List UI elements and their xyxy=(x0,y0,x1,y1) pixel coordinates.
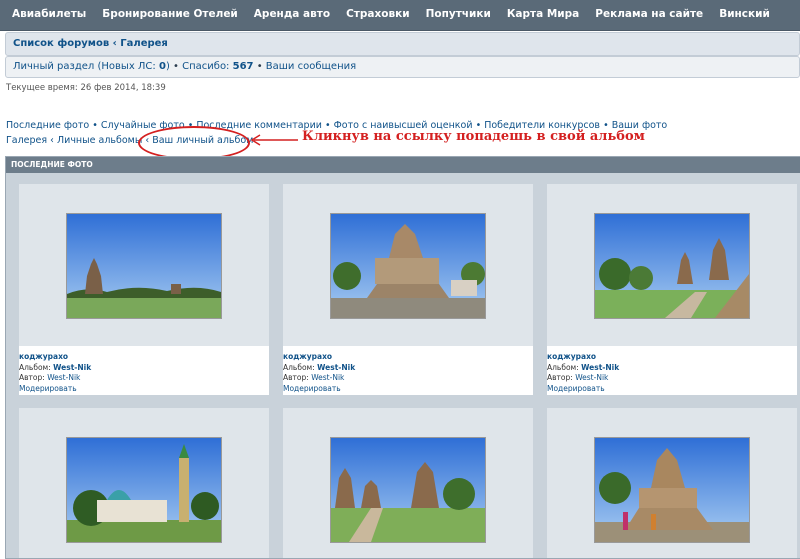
author-label: Автор: xyxy=(547,373,573,382)
gallery-crumb[interactable]: Галерея xyxy=(6,135,47,146)
author-link[interactable]: West-Nik xyxy=(575,373,608,382)
photo-title-link[interactable]: коджурахо xyxy=(19,352,68,361)
latest-photos-link[interactable]: Последние фото xyxy=(6,120,89,131)
nav-item-flights[interactable]: Авиабилеты xyxy=(12,8,86,20)
nav-item-insurance[interactable]: Страховки xyxy=(346,8,410,20)
annotation-text: Кликнув на ссылку попадешь в свой альбом xyxy=(302,129,645,144)
panel-header: ПОСЛЕДНИЕ ФОТО xyxy=(6,157,800,173)
bullet-separator: • xyxy=(92,120,98,131)
thanks-link[interactable]: Спасибо: 567 xyxy=(182,61,253,72)
photo-card: коджурахо Альбом: West-Nik Автор: West-N… xyxy=(19,184,269,395)
new-pm-prefix: (Новых ЛС: xyxy=(97,61,159,72)
new-pm-link[interactable]: (Новых ЛС: 0) xyxy=(97,61,169,72)
bullet-separator: • xyxy=(187,120,194,131)
author-link[interactable]: West-Nik xyxy=(47,373,80,382)
album-link[interactable]: West-Nik xyxy=(53,363,91,372)
random-photos-link[interactable]: Случайные фото xyxy=(101,120,185,131)
photo-thumbnail[interactable] xyxy=(594,437,750,543)
breadcrumb-separator: ‹ xyxy=(50,135,54,146)
photo-meta: коджурахо Альбом: West-Nik Автор: West-N… xyxy=(547,352,619,394)
photo-thumbnail[interactable] xyxy=(66,213,222,319)
photo-thumbnail[interactable] xyxy=(330,437,486,543)
temple-photo-icon xyxy=(67,214,221,318)
breadcrumb-gallery[interactable]: Галерея xyxy=(120,38,168,49)
nav-item-vinsky[interactable]: Винский xyxy=(719,8,770,20)
panel-title: ПОСЛЕДНИЕ ФОТО xyxy=(11,160,93,169)
photo-card xyxy=(283,408,533,558)
photo-title-link[interactable]: коджурахо xyxy=(547,352,596,361)
album-link[interactable]: West-Nik xyxy=(317,363,355,372)
bullet-separator: • xyxy=(173,61,179,72)
album-link[interactable]: West-Nik xyxy=(581,363,619,372)
moderate-link[interactable]: Модерировать xyxy=(547,384,605,393)
bullet-separator: • xyxy=(256,61,263,72)
nav-item-world-map[interactable]: Карта Мира xyxy=(507,8,579,20)
new-pm-suffix: ) xyxy=(165,61,170,72)
breadcrumb-separator: ‹ xyxy=(145,135,150,146)
thanks-label: Спасибо: xyxy=(182,61,230,72)
moderate-link[interactable]: Модерировать xyxy=(19,384,77,393)
mosque-photo-icon xyxy=(67,438,221,542)
photo-thumbnail[interactable] xyxy=(594,213,750,319)
photo-card xyxy=(547,408,797,558)
breadcrumb-separator: ‹ xyxy=(112,38,117,49)
latest-photos-panel: ПОСЛЕДНИЕ ФОТО коджурахо Альбом: West-Ni… xyxy=(5,156,800,559)
thanks-count: 567 xyxy=(232,61,254,72)
album-label: Альбом: xyxy=(283,362,315,372)
album-label: Альбом: xyxy=(19,362,51,372)
moderate-link[interactable]: Модерировать xyxy=(283,384,341,393)
current-time: Текущее время: 26 фев 2014, 18:39 xyxy=(6,83,166,93)
album-label: Альбом: xyxy=(547,362,579,372)
breadcrumb: Список форумов ‹ Галерея xyxy=(13,38,168,49)
photo-thumbnail[interactable] xyxy=(66,437,222,543)
nav-item-advertising[interactable]: Реклама на сайте xyxy=(595,8,703,20)
temple-photo-icon xyxy=(331,214,485,318)
top-navigation: Авиабилеты Бронирование Отелей Аренда ав… xyxy=(0,0,800,31)
nav-item-travel-companions[interactable]: Попутчики xyxy=(426,8,491,20)
gallery-breadcrumb: Галерея ‹ Личные альбомы ‹ Ваш личный ал… xyxy=(6,135,253,146)
top-nav-items: Авиабилеты Бронирование Отелей Аренда ав… xyxy=(4,8,778,20)
breadcrumb-bar: Список форумов ‹ Галерея xyxy=(5,32,800,56)
temple-photo-icon xyxy=(595,438,749,542)
photo-card xyxy=(19,408,269,558)
temple-photo-icon xyxy=(331,438,485,542)
your-messages-link[interactable]: Ваши сообщения xyxy=(266,61,356,72)
your-personal-album-link[interactable]: Ваш личный альбом xyxy=(152,135,253,146)
photo-meta: коджурахо Альбом: West-Nik Автор: West-N… xyxy=(283,352,355,394)
personal-albums-crumb[interactable]: Личные альбомы xyxy=(57,135,142,146)
photo-title-link[interactable]: коджурахо xyxy=(283,352,332,361)
new-pm-count: 0 xyxy=(158,61,166,72)
user-bar: Личный раздел (Новых ЛС: 0) • Спасибо: 5… xyxy=(5,56,800,78)
nav-item-hotels[interactable]: Бронирование Отелей xyxy=(102,8,238,20)
author-link[interactable]: West-Nik xyxy=(311,373,344,382)
annotation-arrow-icon xyxy=(250,134,298,146)
nav-item-car-rental[interactable]: Аренда авто xyxy=(254,8,330,20)
photo-meta: коджурахо Альбом: West-Nik Автор: West-N… xyxy=(19,352,91,394)
breadcrumb-forum-list[interactable]: Список форумов xyxy=(13,38,109,49)
user-bar-line: Личный раздел (Новых ЛС: 0) • Спасибо: 5… xyxy=(13,61,356,72)
temple-photo-icon xyxy=(595,214,749,318)
photo-thumbnail[interactable] xyxy=(330,213,486,319)
photo-card: коджурахо Альбом: West-Nik Автор: West-N… xyxy=(283,184,533,395)
author-label: Автор: xyxy=(19,373,45,382)
photo-card: коджурахо Альбом: West-Nik Автор: West-N… xyxy=(547,184,797,395)
author-label: Автор: xyxy=(283,373,309,382)
personal-section-link[interactable]: Личный раздел xyxy=(13,61,94,72)
